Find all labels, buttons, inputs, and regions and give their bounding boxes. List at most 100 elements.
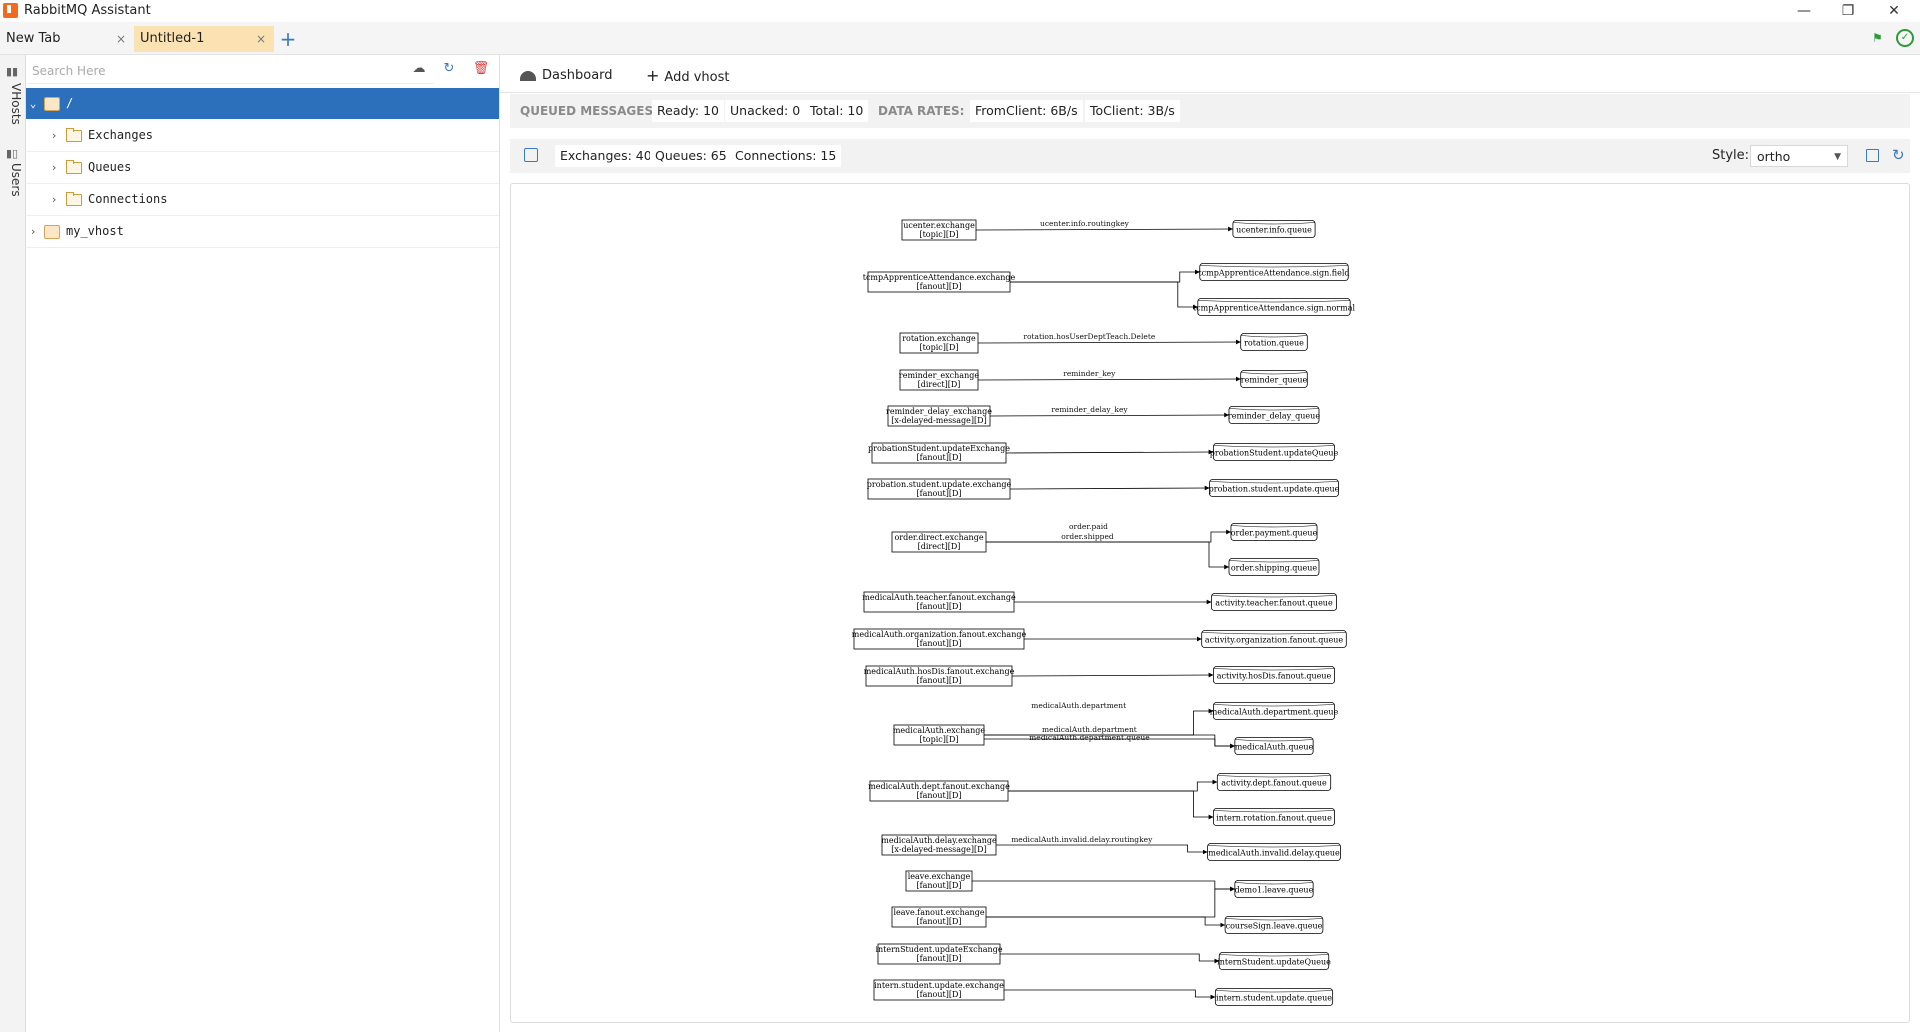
binding-edge bbox=[1005, 449, 1214, 455]
exchange-name: medicalAuth.hosDis.fanout.exchange bbox=[864, 667, 1015, 676]
chevron-down-icon: ▼ bbox=[1834, 152, 1841, 162]
tab-untitled-1[interactable]: Untitled-1 × bbox=[134, 26, 274, 52]
exchange-name: leave.exchange bbox=[908, 872, 971, 881]
exchange-type: [fanout][D] bbox=[917, 282, 962, 291]
routing-key-label: medicalAuth.department.queue bbox=[1029, 733, 1150, 742]
add-tab-button[interactable]: + bbox=[278, 26, 298, 52]
from-client-rate: FromClient: 6B/s bbox=[970, 100, 1083, 122]
queue-name: order.payment.queue bbox=[1231, 529, 1318, 538]
chevron-down-icon[interactable]: ⌄ bbox=[28, 88, 38, 119]
tree-item-my-vhost[interactable]: › my_vhost bbox=[26, 216, 499, 248]
binding-edge bbox=[1009, 485, 1210, 491]
tree-item-label: my_vhost bbox=[66, 224, 124, 238]
folder-icon bbox=[66, 192, 82, 206]
chevron-right-icon[interactable]: › bbox=[49, 120, 59, 151]
exchange-type: [x-delayed-message][D] bbox=[891, 416, 986, 425]
main-panel: Dashboard + Add vhost QUEUED MESSAGES: Re… bbox=[500, 55, 1920, 1032]
queues-count: Queues: 65 bbox=[650, 145, 732, 167]
exchange-name: rotation.exchange bbox=[902, 334, 976, 343]
refresh-icon[interactable]: ↻ bbox=[1892, 146, 1905, 164]
queue-name: probation.student.update.queue bbox=[1209, 485, 1340, 494]
exchange-name: medicalAuth.teacher.fanout.exchange bbox=[862, 593, 1016, 602]
save-icon[interactable] bbox=[1866, 149, 1879, 162]
exchanges-count: Exchanges: 40 bbox=[555, 145, 657, 167]
side-rail: ▮▮ VHosts ▮▯ Users bbox=[0, 55, 26, 1032]
refresh-icon[interactable]: ↻ bbox=[440, 60, 458, 78]
rail-tab-users[interactable]: Users bbox=[3, 163, 23, 197]
tree-item-label: Connections bbox=[88, 192, 168, 206]
folder-icon bbox=[66, 128, 82, 142]
graph-toolbar: Exchanges: 40 Queues: 65 Connections: 15… bbox=[510, 139, 1910, 173]
exchange-type: [direct][D] bbox=[918, 380, 961, 389]
exchange-name: medicalAuth.exchange bbox=[893, 726, 986, 735]
queue-name: tcmpApprenticeAttendance.sign.normal bbox=[1193, 304, 1356, 313]
tree-item-queues[interactable]: › Queues bbox=[26, 152, 499, 184]
queue-name: activity.teacher.fanout.queue bbox=[1215, 599, 1333, 608]
search-input[interactable] bbox=[26, 59, 434, 84]
binding-edge bbox=[986, 886, 1235, 918]
queue-name: demo1.leave.queue bbox=[1235, 886, 1314, 895]
queue-name: activity.organization.fanout.queue bbox=[1205, 636, 1344, 645]
rail-tab-vhosts[interactable]: VHosts bbox=[3, 83, 23, 125]
binding-edge bbox=[1008, 779, 1218, 792]
cloud-download-icon[interactable]: ☁ bbox=[410, 60, 428, 78]
style-select[interactable]: ortho ▼ bbox=[1750, 145, 1848, 167]
exchange-type: [fanout][D] bbox=[917, 990, 962, 999]
close-window-button[interactable]: ✕ bbox=[1872, 0, 1916, 22]
queue-name: internStudent.updateQueue bbox=[1217, 958, 1331, 967]
routing-key-label: rotation.hosUserDeptTeach.Delete bbox=[1023, 332, 1155, 341]
queue-name: intern.student.update.queue bbox=[1216, 994, 1332, 1003]
exchange-type: [direct][D] bbox=[918, 542, 961, 551]
tab-dashboard[interactable]: Dashboard bbox=[520, 61, 613, 91]
chevron-right-icon[interactable]: › bbox=[28, 216, 38, 247]
tab-add-vhost[interactable]: + Add vhost bbox=[646, 61, 729, 91]
binding-edge bbox=[977, 339, 1241, 345]
close-icon[interactable]: × bbox=[116, 26, 126, 52]
tab-divider bbox=[500, 92, 1920, 93]
tab-label: Untitled-1 bbox=[140, 31, 205, 46]
binding-edge bbox=[1010, 269, 1200, 283]
export-icon[interactable] bbox=[524, 148, 538, 162]
tree-item-exchanges[interactable]: › Exchanges bbox=[26, 120, 499, 152]
exchange-name: reminder_delay_exchange bbox=[886, 407, 992, 416]
exchange-name: intern.student.update.exchange bbox=[874, 981, 1004, 990]
exchange-type: [topic][D] bbox=[919, 230, 958, 239]
to-client-rate: ToClient: 3B/s bbox=[1085, 100, 1180, 122]
close-icon[interactable]: × bbox=[256, 26, 266, 52]
queue-name: medicalAuth.invalid.delay.queue bbox=[1208, 849, 1340, 858]
exchange-name: tcmpApprenticeAttendance.exchange bbox=[863, 273, 1016, 282]
tab-bar: New Tab × Untitled-1 × + ⚑ ✓ bbox=[0, 22, 1920, 55]
binding-edge bbox=[1011, 672, 1214, 678]
exchange-name: medicalAuth.dept.fanout.exchange bbox=[868, 782, 1010, 791]
delete-icon[interactable]: 🗑 bbox=[472, 60, 490, 78]
maximize-button[interactable]: ❐ bbox=[1826, 0, 1870, 22]
stats-bar: QUEUED MESSAGES: Ready: 10 Unacked: 0 To… bbox=[510, 94, 1910, 128]
exchange-name: leave.fanout.exchange bbox=[893, 908, 984, 917]
binding-edge bbox=[1000, 953, 1220, 964]
binding-edge bbox=[975, 226, 1233, 232]
ready-count: Ready: 10 bbox=[652, 100, 724, 122]
tab-new-tab[interactable]: New Tab × bbox=[0, 26, 134, 52]
binding-edge bbox=[1004, 989, 1216, 1000]
topology-graph[interactable]: ucenter.info.routingkey rotation.hosUserD… bbox=[510, 183, 1910, 1023]
queue-name: order.shipping.queue bbox=[1231, 564, 1318, 573]
queued-messages-label: QUEUED MESSAGES: bbox=[520, 104, 658, 118]
binding-edge bbox=[1008, 790, 1214, 820]
routing-key-label: order.shipped bbox=[1061, 532, 1114, 541]
exchange-name: ucenter.exchange bbox=[903, 221, 975, 230]
queue-name: tcmpApprenticeAttendance.sign.field bbox=[1198, 269, 1349, 278]
minimize-button[interactable]: — bbox=[1782, 0, 1826, 22]
exchange-type: [fanout][D] bbox=[917, 954, 962, 963]
total-count: Total: 10 bbox=[805, 100, 869, 122]
connected-check-icon[interactable]: ✓ bbox=[1896, 29, 1914, 47]
exchange-name: reminder_exchange bbox=[899, 371, 979, 380]
chevron-right-icon[interactable]: › bbox=[49, 184, 59, 215]
tab-label: New Tab bbox=[6, 31, 61, 46]
flag-icon[interactable]: ⚑ bbox=[1872, 31, 1884, 45]
style-label: Style: bbox=[1712, 148, 1750, 163]
chevron-right-icon[interactable]: › bbox=[49, 152, 59, 183]
exchange-type: [fanout][D] bbox=[917, 917, 962, 926]
tree-item-root-vhost[interactable]: ⌄ / bbox=[26, 88, 499, 119]
folder-icon bbox=[66, 160, 82, 174]
tree-item-connections[interactable]: › Connections bbox=[26, 184, 499, 216]
